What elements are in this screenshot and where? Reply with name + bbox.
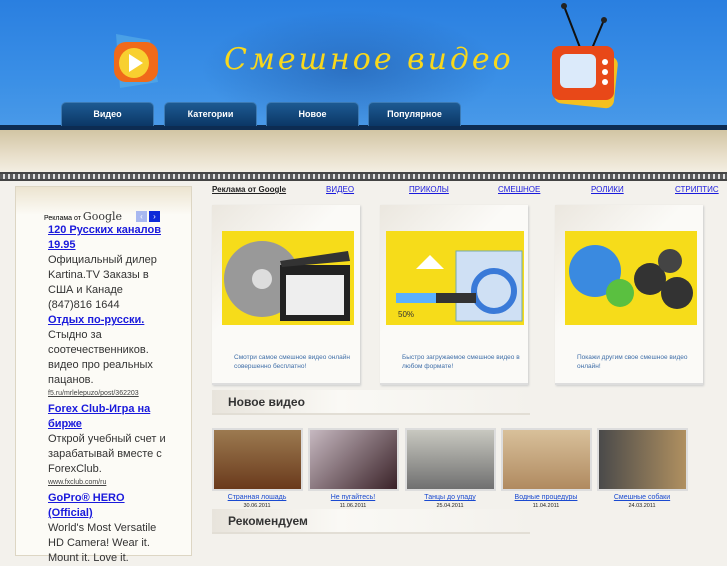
video-title[interactable]: Водные процедуры — [496, 494, 596, 501]
nav-tab-categories[interactable]: Категории — [164, 102, 257, 126]
ad-title[interactable]: Отдых по-русски. — [48, 313, 166, 328]
ad-item: Отдых по-русски. Стыдно за соотечественни… — [48, 313, 166, 399]
ad-label: Реклама от — [44, 215, 81, 222]
next-ad-button[interactable]: › — [149, 211, 160, 222]
link-clips[interactable]: РОЛИКИ — [591, 185, 624, 194]
video-thumbnail[interactable] — [405, 428, 496, 491]
ad-header[interactable]: Реклама от Google — [44, 210, 122, 223]
top-ad-links: Реклама от Google ВИДЕО ПРИКОЛЫ СМЕШНОЕ … — [212, 185, 727, 197]
video-title[interactable]: Танцы до упаду — [400, 494, 500, 501]
video-title[interactable]: Не пугайтесь! — [303, 494, 403, 501]
filmstrip-divider — [0, 172, 727, 181]
link-funny[interactable]: СМЕШНОЕ — [498, 185, 540, 194]
ad-item: Forex Club-Игра на бирже Открой учебный с… — [48, 402, 166, 488]
video-thumbnail[interactable] — [212, 428, 303, 491]
ad-title[interactable]: 120 Русских каналов 19.95 — [48, 223, 166, 253]
link-jokes[interactable]: ПРИКОЛЫ — [409, 185, 449, 194]
feature-text: Смотри самое смешное видео онлайн соверш… — [234, 354, 350, 370]
site-title[interactable]: Смешное видео — [224, 42, 514, 77]
video-date: 24.03.2011 — [628, 503, 656, 509]
feature-text: Покажи другим свое смешное видео онлайн! — [577, 354, 688, 370]
google-logo: Google — [82, 210, 123, 223]
header-band — [0, 130, 727, 172]
ad-title[interactable]: Forex Club-Игра на бирже — [48, 402, 166, 432]
ad-item: GoPro® HERO (Official) World's Most Versa… — [48, 491, 166, 566]
section-heading-recommended: Рекомендуем — [212, 509, 530, 534]
ad-text: Открой учебный счет и зарабатывай вместе… — [48, 433, 166, 475]
ad-text: Официальный дилер Kartina.TV Заказы в СШ… — [48, 254, 157, 311]
nav-tab-popular[interactable]: Популярное — [368, 102, 461, 126]
section-heading-new: Новое видео — [212, 390, 530, 415]
ad-label[interactable]: Реклама от Google — [212, 185, 286, 194]
video-title[interactable]: Странная лошадь — [207, 494, 307, 501]
tv-icon — [552, 3, 618, 109]
share-globe-icon — [565, 231, 697, 325]
ad-list: 120 Русских каналов 19.95 Официальный дил… — [48, 223, 166, 566]
video-clapper-icon — [222, 231, 354, 325]
feature-card-watch[interactable]: Смотри самое смешное видео онлайн соверш… — [212, 205, 360, 385]
play-logo-icon[interactable] — [110, 32, 162, 90]
feature-card-fast[interactable]: 50% Быстро загружаемое смешное видео в л… — [380, 205, 528, 385]
link-striptease[interactable]: СТРИПТИС — [675, 185, 719, 194]
video-thumbnail[interactable] — [597, 428, 688, 491]
ad-title[interactable]: GoPro® HERO (Official) — [48, 491, 166, 521]
video-thumbnail[interactable] — [501, 428, 592, 491]
feature-text: Быстро загружаемое смешное видео в любом… — [402, 354, 520, 370]
ad-text: Стыдно за соотечественников. видео про р… — [48, 329, 153, 386]
ad-url[interactable]: www.fxclub.com/ru — [48, 477, 166, 488]
ad-url[interactable]: f5.ru/mrlelepuzo/post/362203 — [48, 388, 166, 399]
progress-label: 50% — [398, 310, 414, 319]
video-title[interactable]: Смешные собаки — [592, 494, 692, 501]
feature-card-share[interactable]: Покажи другим свое смешное видео онлайн! — [555, 205, 703, 385]
ad-item: 120 Русских каналов 19.95 Официальный дил… — [48, 223, 166, 313]
prev-ad-button[interactable]: ‹ — [136, 211, 147, 222]
ad-text: World's Most Versatile HD Camera! Wear i… — [48, 522, 157, 564]
video-thumbnail[interactable] — [308, 428, 399, 491]
link-video[interactable]: ВИДЕО — [326, 185, 354, 194]
nav-tab-new[interactable]: Новое — [266, 102, 359, 126]
nav-tab-video[interactable]: Видео — [61, 102, 154, 126]
download-window-icon: 50% — [386, 231, 524, 325]
